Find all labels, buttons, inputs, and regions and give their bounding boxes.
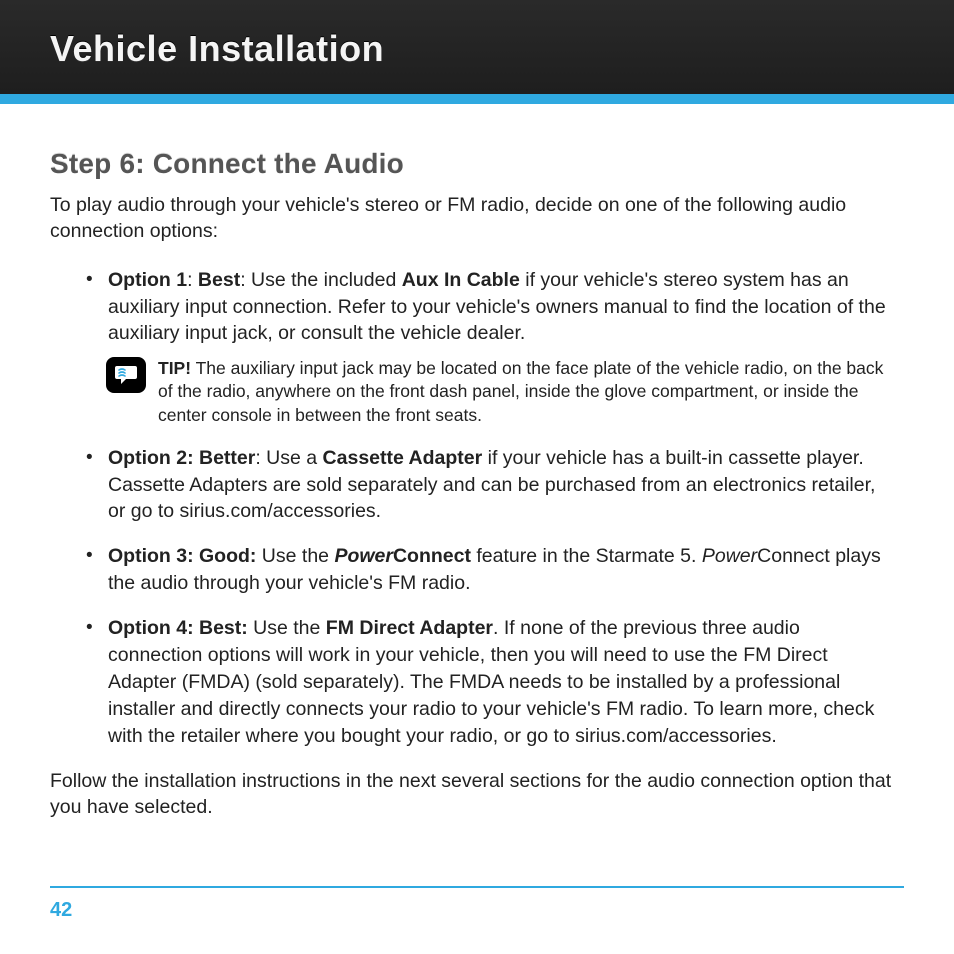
follow-text: Follow the installation instructions in … — [50, 768, 904, 821]
option-1-product: Aux In Cable — [402, 269, 520, 291]
powerconnect-brand-italic: Power — [334, 545, 393, 567]
manual-page: Vehicle Installation Step 6: Connect the… — [0, 0, 954, 954]
tip-label: TIP! — [158, 358, 191, 378]
page-number: 42 — [50, 899, 72, 922]
page-content: Step 6: Connect the Audio To play audio … — [0, 104, 954, 820]
option-2-pre: : Use a — [255, 447, 322, 469]
section-header: Vehicle Installation — [0, 0, 954, 94]
option-2-product: Cassette Adapter — [323, 447, 483, 469]
tip-body: The auxiliary input jack may be located … — [158, 358, 883, 424]
tip-callout: TIP! The auxiliary input jack may be loc… — [106, 357, 894, 426]
step-intro: To play audio through your vehicle's ste… — [50, 192, 904, 245]
footer-rule — [50, 886, 904, 888]
option-4: Option 4: Best: Use the FM Direct Adapte… — [108, 615, 894, 750]
powerconnect-italic-2: Power — [702, 545, 757, 567]
speech-bubble-icon — [106, 357, 146, 393]
colon-sep: : — [187, 269, 198, 291]
option-1-pre: : Use the included — [240, 269, 402, 291]
option-1-label: Option 1 — [108, 269, 187, 291]
option-4-product: FM Direct Adapter — [326, 617, 493, 639]
option-3: Option 3: Good: Use the PowerConnect fea… — [108, 543, 894, 597]
option-3-pre: Use the — [256, 545, 334, 567]
section-title: Vehicle Installation — [50, 28, 384, 69]
option-2-label: Option 2: Better — [108, 447, 255, 469]
powerconnect-brand-bold: Connect — [393, 545, 471, 567]
tip-text: TIP! The auxiliary input jack may be loc… — [158, 357, 894, 426]
option-1-rank: Best — [198, 269, 240, 291]
option-3-mid: feature in the Starmate 5. — [471, 545, 702, 567]
options-list: Option 1: Best: Use the included Aux In … — [50, 267, 904, 750]
accent-bar — [0, 94, 954, 104]
option-4-pre: Use the — [248, 617, 326, 639]
option-1: Option 1: Best: Use the included Aux In … — [108, 267, 894, 427]
step-title: Step 6: Connect the Audio — [50, 148, 904, 180]
option-2: Option 2: Better: Use a Cassette Adapter… — [108, 445, 894, 526]
option-4-label: Option 4: Best: — [108, 617, 248, 639]
option-3-label: Option 3: Good: — [108, 545, 256, 567]
